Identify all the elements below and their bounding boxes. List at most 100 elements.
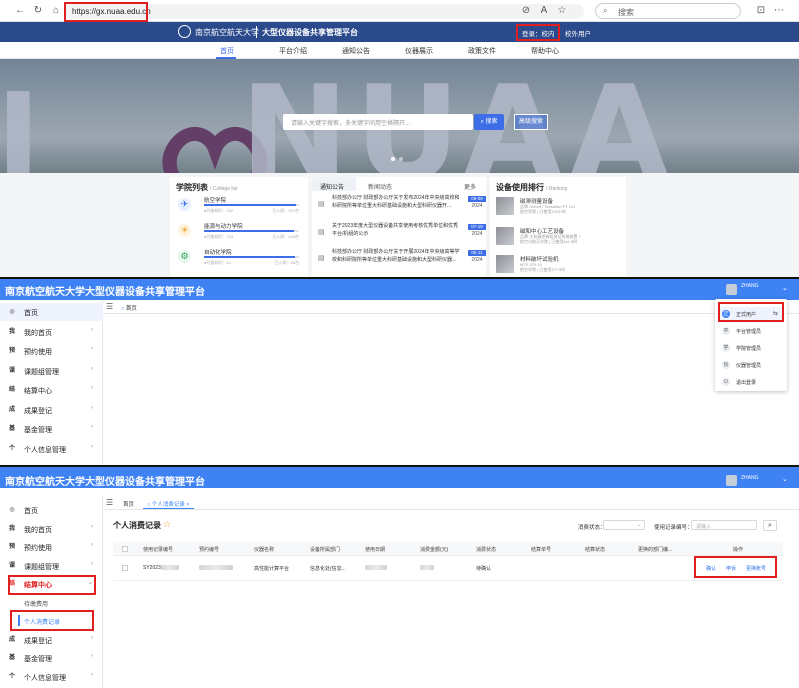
- user-name[interactable]: ZHANG: [741, 283, 759, 289]
- college-progress-fill: [204, 230, 295, 232]
- back-icon[interactable]: ←: [14, 5, 26, 17]
- user-name[interactable]: ZHANG: [741, 475, 759, 481]
- college-item[interactable]: ✈ 航空学院 ●开放机时：152 已入网：157台: [176, 195, 301, 217]
- nav-notices[interactable]: 通知公告: [342, 46, 370, 56]
- tab-news[interactable]: 新闻动态: [368, 182, 392, 191]
- browser-search[interactable]: ⌕ 搜索: [595, 3, 741, 19]
- role-option[interactable]: 学学院管理员: [718, 341, 784, 355]
- sidebar-item[interactable]: 基 基金管理 ›: [0, 420, 103, 438]
- redacted-text: [365, 565, 387, 571]
- nav-instruments[interactable]: 仪器展示: [405, 46, 433, 56]
- tab-home[interactable]: 首页: [119, 499, 138, 509]
- star-icon[interactable]: ☆: [163, 519, 171, 530]
- row-checkbox[interactable]: [122, 565, 128, 571]
- sidebar-item[interactable]: 我 我的首页 ›: [0, 323, 103, 341]
- chevron-icon: ›: [91, 523, 93, 530]
- carousel-dot[interactable]: [399, 157, 403, 161]
- sidebar-item[interactable]: ◎ 首页: [0, 303, 103, 321]
- site-search-button[interactable]: ⌕ 搜索: [474, 114, 504, 130]
- role-option[interactable]: 正正式用户 ⇆: [718, 307, 784, 321]
- nav-help[interactable]: 帮助中心: [531, 46, 559, 56]
- chevron-down-icon[interactable]: ⌄: [782, 475, 788, 483]
- role-option[interactable]: 仪仪器管理员: [718, 358, 784, 372]
- extension-icon[interactable]: ⊡: [755, 5, 767, 17]
- sidebar-item[interactable]: 成 成果登记 ›: [0, 631, 103, 649]
- site-search-input[interactable]: 请输入关键字搜索，多关键字间用空格隔开...: [283, 114, 473, 130]
- change-account-button[interactable]: 更换账号: [746, 565, 766, 572]
- search-icon[interactable]: ⌕: [763, 520, 777, 531]
- notice-text: 关于2023年度大型仪器设备共享使用考核优秀单位和优秀平台/机组的公示: [332, 223, 459, 237]
- page-title: 个人消费记录: [113, 521, 161, 530]
- tab-home[interactable]: ○ 首页: [117, 303, 141, 313]
- col-record-no: 使用记录编号: [143, 547, 174, 553]
- role-option[interactable]: ⏻ 退出登录: [718, 375, 784, 389]
- record-filter-input[interactable]: 请输入: [691, 520, 757, 530]
- appeal-button[interactable]: 申诉: [726, 565, 736, 572]
- notice-item[interactable]: ▤ 科技部办公厅 财政部办公厅关于发布2024年中央级高校和科研院所等单位重大科…: [318, 195, 486, 219]
- carousel-dot[interactable]: [391, 157, 395, 161]
- login-internal-link[interactable]: 登录：校内: [522, 28, 555, 38]
- avatar[interactable]: [726, 284, 737, 295]
- role-icon: ⏻: [722, 378, 730, 386]
- document-icon: ▤: [318, 201, 325, 208]
- sidebar-item[interactable]: 课 课题组管理 ›: [0, 557, 103, 575]
- read-aloud-icon[interactable]: A: [538, 5, 550, 17]
- sidebar-item[interactable]: 成 成果登记 ›: [0, 401, 103, 419]
- close-icon[interactable]: ×: [186, 502, 189, 508]
- tab-notices[interactable]: 通知公告: [320, 182, 344, 191]
- refresh-icon[interactable]: ↻: [32, 5, 44, 17]
- notice-item[interactable]: ▤ 科技部办公厅 财政部办公厅关于开展2024年中央级高等学校和科研院所等单位重…: [318, 249, 486, 273]
- more-link[interactable]: 更多: [464, 182, 476, 191]
- chevron-down-icon[interactable]: ⌄: [782, 284, 788, 292]
- col-status: 消费状态: [476, 547, 497, 553]
- ranking-item[interactable]: 磁和中心工艺设备 品牌·主机精密微机测试系统装置 ? 航空与航天学院 | 已使用4…: [496, 227, 616, 257]
- sidebar-item[interactable]: 结 结算中心 ⌄: [0, 575, 103, 593]
- tab-bar: ☰ ○ 首页: [103, 300, 799, 314]
- col-instrument: 仪器名称: [254, 547, 275, 553]
- sidebar-item[interactable]: 个人消费记录: [0, 612, 103, 630]
- sidebar-item[interactable]: 结 结算中心 ›: [0, 381, 103, 399]
- notice-item[interactable]: ▤ 关于2023年度大型仪器设备共享使用考核优秀单位和优秀平台/机组的公示 07…: [318, 223, 486, 247]
- tab-consumption[interactable]: ○ 个人消费记录 ×: [143, 499, 194, 509]
- role-option[interactable]: 平平台管理员: [718, 324, 784, 338]
- college-item[interactable]: ⚙ 自动化学院 ●开放机时：44 已入网：46台: [176, 247, 301, 269]
- nav-policy[interactable]: 政策文件: [468, 46, 496, 56]
- col-settle-no: 结算单号: [531, 547, 552, 553]
- chevron-icon: ›: [91, 346, 93, 352]
- menu-toggle-icon[interactable]: ☰: [106, 498, 113, 507]
- sidebar-item-label: 预约使用: [24, 545, 52, 552]
- home-icon[interactable]: ⌂: [50, 5, 62, 17]
- sidebar-item[interactable]: 个 个人信息管理 ›: [0, 668, 103, 686]
- tracking-icon[interactable]: ⊘: [520, 5, 532, 17]
- advanced-search-button[interactable]: 高级搜索: [514, 114, 548, 130]
- switch-icon[interactable]: ⇆: [773, 310, 778, 317]
- sidebar-item[interactable]: 预 预约使用 ›: [0, 342, 103, 360]
- home-icon: ○: [121, 306, 125, 312]
- ranking-item[interactable]: 材料破坏试验机 MTS 370.10 航空学院 | 已使用377.9时: [496, 255, 616, 277]
- favorite-icon[interactable]: ☆: [556, 5, 568, 17]
- college-item[interactable]: ☀ 能源与动力学院 ●开放机时：133 已入网：140台: [176, 221, 301, 243]
- sidebar-item[interactable]: 个 个人信息管理 ›: [0, 440, 103, 458]
- select-all-checkbox[interactable]: [122, 546, 128, 552]
- sidebar-item[interactable]: 我 我的首页 ›: [0, 520, 103, 538]
- sidebar-item[interactable]: ◎ 首页: [0, 501, 103, 519]
- notice-day: 05-11: [468, 250, 486, 256]
- home-icon: ○: [147, 502, 151, 508]
- sidebar-item[interactable]: 基 基金管理 ›: [0, 649, 103, 667]
- ranking-item[interactable]: 磁滞测量设备 品牌 Oxford / Tessarion PT 121 航空学院 …: [496, 197, 616, 227]
- cell-booking-no: [199, 565, 233, 571]
- status-filter-select[interactable]: ⌄: [603, 520, 645, 530]
- college-list-subtitle: / College list: [210, 186, 238, 192]
- confirm-button[interactable]: 确认: [706, 565, 716, 572]
- avatar[interactable]: [726, 475, 737, 486]
- sidebar-item[interactable]: 课 课题组管理 ›: [0, 362, 103, 380]
- menu-icon[interactable]: ⋯: [773, 5, 785, 17]
- sidebar-item[interactable]: 预 预约使用 ›: [0, 538, 103, 556]
- role-label: 学院管理员: [736, 346, 762, 352]
- nav-home[interactable]: 首页: [220, 46, 234, 56]
- nav-intro[interactable]: 平台介绍: [279, 46, 307, 56]
- menu-toggle-icon[interactable]: ☰: [106, 302, 113, 311]
- login-external-link[interactable]: 校外用户: [565, 28, 591, 38]
- url-text[interactable]: https://gx.nuaa.edu.cn: [72, 7, 151, 16]
- sidebar-item[interactable]: 待缴费用: [0, 594, 103, 612]
